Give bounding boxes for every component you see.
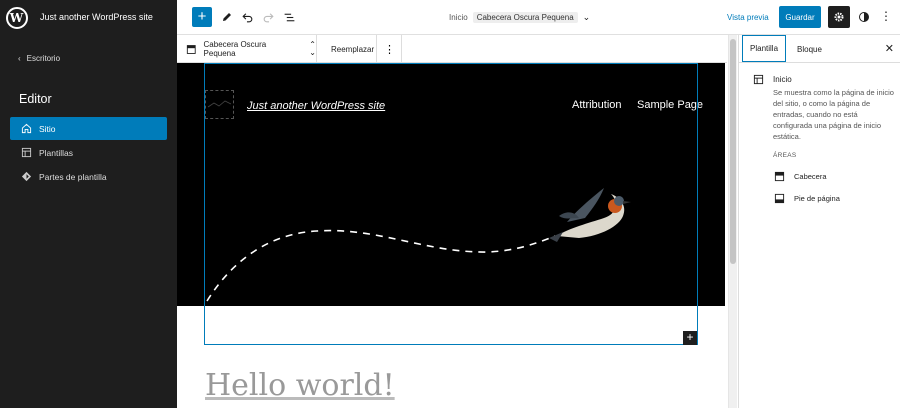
template-summary: Inicio [753,74,792,85]
settings-button[interactable] [828,6,850,28]
sidebar-item-label: Partes de plantilla [39,171,107,182]
area-item-footer[interactable]: Pie de página [774,193,840,204]
template-part-icon [186,44,196,54]
wordpress-logo-button[interactable]: W [0,0,33,35]
areas-heading: ÁREAS [773,152,797,159]
move-arrows-icon[interactable]: ⌃ ⌄ [309,41,316,57]
more-options-icon[interactable]: ⋮ [879,9,893,25]
area-label: Pie de página [794,194,840,203]
replace-button[interactable]: Reemplazar [323,35,377,63]
footer-icon [774,193,785,204]
block-switcher[interactable]: Cabecera Oscura Pequena ⌃ ⌄ [177,35,317,63]
back-label: Escritorio [26,54,61,63]
post-title[interactable]: Hello world! [205,368,395,403]
sidebar-item-site[interactable]: Sitio [10,117,167,140]
preview-link[interactable]: Vista previa [727,13,769,22]
editor-header: + Inicio Cabecera Oscura Pequena ⌄ Vista… [177,0,900,35]
layout-icon [753,74,764,85]
styles-button[interactable] [856,9,872,25]
sidebar-item-label: Sitio [39,123,56,134]
block-options-icon[interactable]: ⋮ [378,35,402,63]
sidebar-item-template-parts[interactable]: Partes de plantilla [10,165,167,188]
list-view-icon [284,13,294,21]
replace-label: Reemplazar [331,44,375,54]
block-name: Cabecera Oscura Pequena [203,40,267,58]
edit-tool-button[interactable] [219,9,235,25]
template-description: Se muestra como la página de inicio del … [773,88,894,141]
sidebar-item-label: Plantillas [39,147,74,158]
redo-icon [263,12,274,22]
pencil-icon [223,13,231,21]
list-view-button[interactable] [281,9,297,25]
document-title[interactable]: Inicio Cabecera Oscura Pequena ⌄ [449,12,590,23]
gear-icon [834,12,844,22]
save-button[interactable]: Guardar [779,6,821,28]
redo-button[interactable] [260,9,276,25]
sidebar-heading: Editor [19,92,52,106]
wordpress-icon: W [5,6,28,29]
block-toolbar: Cabecera Oscura Pequena ⌃ ⌄ Reemplazar ⋮ [177,35,727,63]
area-item-header[interactable]: Cabecera [774,171,827,182]
header-icon [774,171,785,182]
scrollbar-thumb[interactable] [730,39,736,264]
canvas-scrollbar[interactable] [728,35,737,408]
layout-icon [21,147,32,158]
tab-template[interactable]: Plantilla [742,35,787,62]
chevron-down-icon: ⌄ [582,12,591,22]
template-name: Inicio [773,75,792,84]
area-label: Cabecera [794,172,827,181]
undo-icon [241,12,252,22]
sidebar-item-templates[interactable]: Plantillas [10,141,167,164]
contrast-icon [859,12,869,22]
site-title: Just another WordPress site [40,12,153,22]
panel-tabs: Plantilla Bloque ✕ [739,35,900,63]
symbol-icon [21,171,32,182]
undo-button[interactable] [239,9,255,25]
back-to-dashboard-link[interactable]: ‹ Escritorio [18,54,60,63]
add-block-icon[interactable]: + [683,331,697,345]
home-icon [21,123,32,134]
close-icon[interactable]: ✕ [885,42,894,55]
editor-canvas[interactable]: Just another WordPress site Attribution … [177,63,727,408]
document-prefix: Inicio [449,13,468,22]
block-selection-outline [204,63,698,345]
block-inserter-button[interactable]: + [192,7,212,27]
settings-panel: Plantilla Bloque ✕ Inicio Se muestra com… [738,35,900,408]
chevron-left-icon: ‹ [18,54,21,63]
tab-block[interactable]: Bloque [790,35,829,63]
site-editor: W Just another WordPress site ‹ Escritor… [0,0,900,408]
template-part-chip: Cabecera Oscura Pequena [472,12,578,23]
navigation-sidebar: W Just another WordPress site ‹ Escritor… [0,0,177,408]
